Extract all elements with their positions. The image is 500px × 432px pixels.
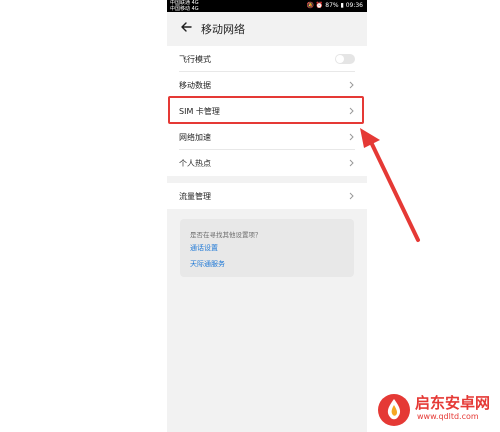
chevron-right-icon	[349, 81, 354, 89]
annotation-arrow-icon	[360, 128, 420, 242]
status-right: 🔕 ⏰ 87% ▮ 09:36	[306, 2, 364, 9]
status-bar: 中国联通 4G 中国移动 4G 🔕 ⏰ 87% ▮ 09:36	[167, 0, 367, 12]
setting-personal-hotspot[interactable]: 个人热点	[167, 150, 367, 176]
setting-label: 个人热点	[179, 159, 211, 168]
page-title: 移动网络	[201, 23, 245, 36]
watermark-url: www.qdltd.com	[417, 412, 479, 421]
chevron-right-icon	[349, 133, 354, 141]
toggle-knob	[336, 55, 344, 63]
carrier-info: 中国联通 4G 中国移动 4G	[170, 0, 199, 12]
chevron-right-icon	[349, 159, 354, 167]
settings-group-main: 飞行模式 移动数据 SIM 卡管理 网络加速 个人热点	[167, 46, 367, 176]
watermark: 启东安卓网 www.qdltd.com	[372, 388, 500, 432]
chevron-right-icon	[349, 192, 354, 200]
setting-label: 流量管理	[179, 192, 211, 201]
watermark-logo-icon	[378, 394, 410, 426]
setting-label: 移动数据	[179, 81, 211, 90]
settings-group-traffic: 流量管理	[167, 183, 367, 209]
airplane-mode-toggle[interactable]	[335, 54, 355, 64]
watermark-name: 启东安卓网	[415, 394, 491, 412]
header: 移动网络	[167, 12, 367, 46]
setting-mobile-data[interactable]: 移动数据	[167, 72, 367, 98]
suggestion-question: 是否在寻找其他设置项？	[190, 231, 262, 239]
setting-traffic-management[interactable]: 流量管理	[167, 183, 367, 209]
setting-label: 网络加速	[179, 133, 211, 142]
link-skytone-service[interactable]: 天际通服务	[190, 259, 225, 269]
setting-label: SIM 卡管理	[179, 107, 220, 116]
phone-screen: 中国联通 4G 中国移动 4G 🔕 ⏰ 87% ▮ 09:36 移动网络 飞行模…	[167, 0, 367, 432]
setting-label: 飞行模式	[179, 55, 211, 64]
setting-airplane-mode[interactable]: 飞行模式	[167, 46, 367, 72]
chevron-right-icon	[349, 107, 354, 115]
back-arrow-icon[interactable]	[179, 20, 193, 34]
setting-sim-management[interactable]: SIM 卡管理	[167, 98, 367, 124]
suggestion-box: 是否在寻找其他设置项？ 通话设置 天际通服务	[180, 219, 354, 277]
setting-network-acceleration[interactable]: 网络加速	[167, 124, 367, 150]
link-call-settings[interactable]: 通话设置	[190, 243, 218, 253]
